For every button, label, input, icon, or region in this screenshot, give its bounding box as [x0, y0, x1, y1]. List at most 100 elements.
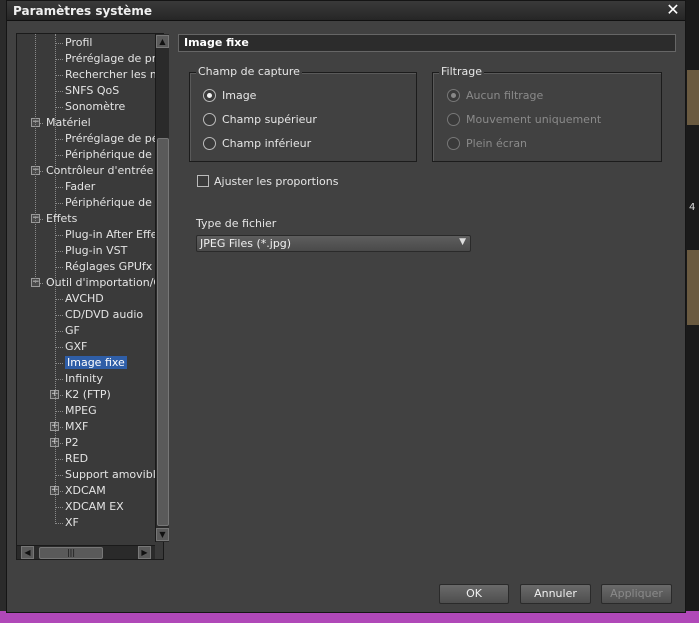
- tree-item-label: Infinity: [65, 372, 103, 385]
- tree-item[interactable]: Image fixe: [65, 355, 127, 371]
- radio-indicator: [447, 89, 460, 102]
- radio-indicator: [203, 137, 216, 150]
- tree-connector: [55, 91, 63, 92]
- tree-item[interactable]: XDCAM EX: [65, 499, 124, 515]
- chevron-down-icon: ▼: [459, 237, 466, 247]
- tree-item-label: GF: [65, 324, 80, 337]
- radio-label: Plein écran: [466, 137, 528, 150]
- file-type-value: JPEG Files (*.jpg): [200, 237, 292, 250]
- tree-item[interactable]: Matériel: [46, 115, 91, 131]
- radio-label: Image: [222, 89, 257, 102]
- tree-item[interactable]: Préréglage de proj: [65, 51, 164, 67]
- ok-button[interactable]: OK: [439, 584, 509, 604]
- capture-field-group: Champ de capture Image Champ supérieur C…: [189, 65, 417, 162]
- background-track-number: 4: [689, 202, 696, 213]
- tree-item[interactable]: XF: [65, 515, 79, 531]
- tree-connector: [55, 203, 63, 204]
- tree-item[interactable]: MPEG: [65, 403, 97, 419]
- tree-connector: [55, 315, 63, 316]
- tree-item-label: Sonomètre: [65, 100, 126, 113]
- scroll-left-icon[interactable]: ◀: [21, 546, 34, 559]
- radio-indicator: [203, 89, 216, 102]
- tree-connector: [55, 379, 63, 380]
- tree-item-label: Support amovible: [65, 468, 163, 481]
- tree-item-label: Outil d'importation/Out: [46, 276, 164, 289]
- tree-item-label: XF: [65, 516, 79, 529]
- tree-connector: [55, 155, 63, 156]
- checkbox-box: [197, 175, 209, 187]
- scroll-up-icon[interactable]: ▲: [156, 35, 169, 48]
- radio-indicator: [447, 113, 460, 126]
- tree-item[interactable]: Infinity: [65, 371, 103, 387]
- file-type-select[interactable]: JPEG Files (*.jpg) ▼: [196, 235, 471, 252]
- tree-item[interactable]: Effets: [46, 211, 77, 227]
- tree-item[interactable]: Sonomètre: [65, 99, 125, 115]
- tree-item[interactable]: SNFS QoS: [65, 83, 119, 99]
- tree-item-label: MPEG: [65, 404, 97, 417]
- settings-tree[interactable]: Profil Préréglage de proj Rechercher les m…: [16, 33, 164, 560]
- tree-item[interactable]: Fader: [65, 179, 95, 195]
- tree-item[interactable]: Plug-in After Effec: [65, 227, 163, 243]
- tree-connector: [55, 75, 63, 76]
- tree-item[interactable]: Périphérique de pr: [65, 147, 164, 163]
- tree-vertical-scrollbar[interactable]: ▲ ▼: [155, 34, 169, 542]
- tree-connector: [55, 139, 63, 140]
- tree-item-label: P2: [65, 436, 79, 449]
- tree-item-label: Réglages GPUfx: [65, 260, 153, 273]
- tree-horizontal-scrollbar[interactable]: ◀ ||| ▶: [17, 545, 155, 559]
- page-title-label: Image fixe: [184, 36, 249, 49]
- tree-item[interactable]: Périphérique de leo: [65, 195, 163, 211]
- tree-connector: [55, 363, 63, 364]
- tree-item-label: XDCAM EX: [65, 500, 124, 513]
- tree-item[interactable]: GF: [65, 323, 80, 339]
- tree-connector: [55, 475, 63, 476]
- tree-item[interactable]: K2 (FTP): [65, 387, 111, 403]
- tree-item[interactable]: XDCAM: [65, 483, 106, 499]
- tree-guide-line: [55, 34, 56, 522]
- tree-item[interactable]: Profil: [65, 35, 92, 51]
- tree-item[interactable]: AVCHD: [65, 291, 104, 307]
- tree-item[interactable]: MXF: [65, 419, 88, 435]
- tree-item-label: CD/DVD audio: [65, 308, 144, 321]
- dialog-title: Paramètres système: [13, 4, 152, 18]
- background-thumbnail: [687, 70, 699, 125]
- tree-connector: [55, 235, 63, 236]
- radio-indicator: [447, 137, 460, 150]
- group-legend: Filtrage: [439, 65, 484, 78]
- tree-item[interactable]: GXF: [65, 339, 87, 355]
- tree-item-label: Effets: [46, 212, 78, 225]
- tree-item-label: Rechercher les mis: [65, 68, 164, 81]
- tree-item-label: RED: [65, 452, 89, 465]
- group-legend: Champ de capture: [196, 65, 302, 78]
- tree-item-label: Préréglage de proj: [65, 52, 164, 65]
- tree-connector: [55, 267, 63, 268]
- scroll-right-icon[interactable]: ▶: [138, 546, 151, 559]
- tree-item[interactable]: Réglages GPUfx: [65, 259, 152, 275]
- close-icon[interactable]: ✕: [665, 2, 681, 18]
- tree-item[interactable]: Rechercher les mis: [65, 67, 164, 83]
- tree-connector: [55, 59, 63, 60]
- tree-item[interactable]: Plug-in VST: [65, 243, 127, 259]
- tree-item-label: Image fixe: [65, 356, 127, 369]
- tree-connector: [55, 43, 63, 44]
- tree-item[interactable]: Contrôleur d'entrée: [46, 163, 153, 179]
- file-type-label: Type de fichier: [196, 217, 277, 230]
- tree-connector: [55, 299, 63, 300]
- tree-item[interactable]: Préréglage de péri: [65, 131, 163, 147]
- scroll-thumb[interactable]: [157, 138, 169, 526]
- tree-connector: [55, 507, 63, 508]
- tree-item[interactable]: Outil d'importation/Out: [46, 275, 164, 291]
- radio-label: Aucun filtrage: [466, 89, 544, 102]
- apply-button[interactable]: Appliquer: [601, 584, 672, 604]
- scroll-thumb[interactable]: |||: [39, 547, 103, 559]
- tree-item-label: GXF: [65, 340, 88, 353]
- tree-item[interactable]: Support amovible: [65, 467, 163, 483]
- scroll-down-icon[interactable]: ▼: [156, 528, 169, 541]
- tree-item[interactable]: CD/DVD audio: [65, 307, 143, 323]
- checkbox-label: Ajuster les proportions: [214, 175, 339, 188]
- tree-item[interactable]: P2: [65, 435, 79, 451]
- cancel-button[interactable]: Annuler: [520, 584, 591, 604]
- tree-connector: [55, 347, 63, 348]
- tree-item[interactable]: RED: [65, 451, 88, 467]
- tree-item-label: Périphérique de pr: [65, 148, 164, 161]
